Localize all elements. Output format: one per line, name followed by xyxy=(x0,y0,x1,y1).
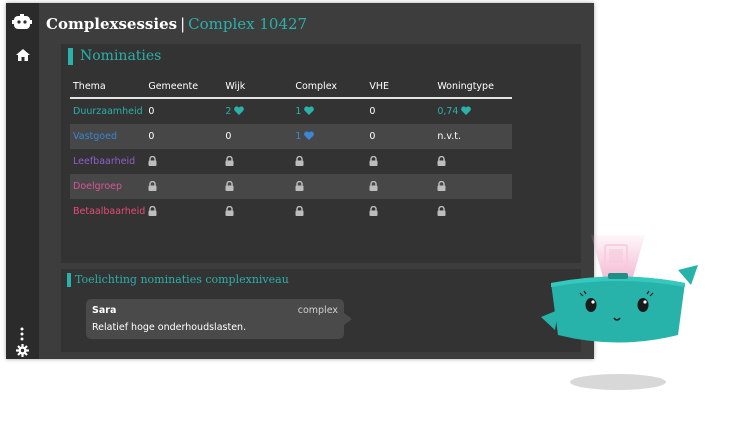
app-window: Complexsessies | Complex 10427 Nominaties … xyxy=(6,3,594,359)
complex-value: 1 xyxy=(295,106,302,117)
thema-cell[interactable]: Leefbaarheid xyxy=(70,149,145,174)
toelichting-card: Toelichting nominaties complexniveau Sar… xyxy=(61,269,581,352)
wijk-value: 0 xyxy=(225,131,232,142)
vhe-cell xyxy=(366,149,434,174)
complex-cell: 1 xyxy=(292,98,366,124)
complex-cell xyxy=(292,174,367,199)
heart-icon xyxy=(304,131,315,140)
robot-mascot-illustration xyxy=(541,235,698,390)
gemeente-cell: 0 xyxy=(145,124,223,149)
thema-cell[interactable]: Duurzaamheid xyxy=(70,98,145,124)
woningtype-cell xyxy=(434,149,512,174)
wijk-cell xyxy=(222,149,292,174)
column-header: Complex xyxy=(295,80,337,92)
complex-cell: 1 xyxy=(292,124,367,149)
lock-icon xyxy=(295,205,304,216)
lock-icon xyxy=(369,180,378,191)
nominaties-title: Nominaties xyxy=(68,48,161,65)
comment-author: Sara xyxy=(92,305,117,316)
title-subtitle: Complex 10427 xyxy=(188,15,308,33)
complex-cell xyxy=(292,149,366,174)
heart-icon xyxy=(234,106,245,115)
complex-value: 1 xyxy=(295,131,302,142)
lock-icon xyxy=(148,155,157,166)
wijk-value: 2 xyxy=(225,106,232,117)
table-row[interactable]: Duurzaamheid 0 2 1 0 0,74 xyxy=(70,98,512,124)
lock-icon xyxy=(148,205,157,216)
lock-icon xyxy=(369,155,378,166)
woningtype-value: n.v.t. xyxy=(437,131,462,142)
nominaties-table: Thema Gemeente Wijk Complex VHE Woningtype Du… xyxy=(70,75,512,224)
gemeente-value: 0 xyxy=(148,106,155,117)
column-header: Gemeente xyxy=(148,80,199,92)
robot-logo-icon[interactable] xyxy=(12,14,32,30)
page-title: Complexsessies | Complex 10427 xyxy=(46,15,307,33)
title-separator: | xyxy=(180,15,186,33)
thema-cell[interactable]: Betaalbaarheid xyxy=(70,199,145,224)
thema-cell[interactable]: Vastgoed xyxy=(70,124,146,149)
table-row[interactable]: Betaalbaarheid xyxy=(70,199,512,224)
sidebar xyxy=(6,3,39,359)
title-main: Complexsessies xyxy=(46,15,178,33)
vhe-value: 0 xyxy=(369,106,376,117)
gemeente-cell xyxy=(145,174,223,199)
lock-icon xyxy=(437,155,446,166)
complex-cell xyxy=(292,199,366,224)
more-vertical-icon[interactable] xyxy=(20,327,24,341)
table-row[interactable]: Doelgroep xyxy=(70,174,512,199)
woningtype-cell: n.v.t. xyxy=(434,124,512,149)
vhe-cell: 0 xyxy=(366,124,435,149)
lock-icon xyxy=(295,155,304,166)
gemeente-cell xyxy=(145,149,222,174)
heart-icon xyxy=(461,106,472,115)
lock-icon xyxy=(225,155,234,166)
vhe-cell xyxy=(366,174,435,199)
column-header: VHE xyxy=(369,80,389,92)
home-icon[interactable] xyxy=(16,49,30,61)
woningtype-cell xyxy=(434,174,512,199)
thema-cell[interactable]: Doelgroep xyxy=(70,174,146,199)
comment-text: Relatief hoge onderhoudslasten. xyxy=(92,322,247,333)
column-header: Thema xyxy=(73,80,106,92)
vhe-value: 0 xyxy=(369,131,376,142)
lock-icon xyxy=(225,205,234,216)
lock-icon xyxy=(369,205,378,216)
comment-level: complex xyxy=(297,305,338,316)
woningtype-cell xyxy=(434,199,512,224)
lock-icon xyxy=(437,180,446,191)
comment-bubble: Sara complex Relatief hoge onderhoudslas… xyxy=(86,299,352,339)
lock-icon xyxy=(437,205,446,216)
woningtype-cell: 0,74 xyxy=(434,98,512,124)
gemeente-cell xyxy=(145,199,222,224)
table-row[interactable]: Leefbaarheid xyxy=(70,149,512,174)
lock-icon xyxy=(295,180,304,191)
table-row[interactable]: Vastgoed 0 0 1 0 n.v.t. xyxy=(70,124,512,149)
vhe-cell xyxy=(366,199,434,224)
gemeente-value: 0 xyxy=(148,131,155,142)
column-header: Woningtype xyxy=(437,80,494,92)
wijk-cell: 2 xyxy=(222,98,292,124)
woningtype-value: 0,74 xyxy=(437,106,459,117)
nominaties-card: Nominaties Thema Gemeente Wijk Complex VHE Wo… xyxy=(61,44,581,263)
wijk-cell xyxy=(222,174,293,199)
heart-icon xyxy=(304,106,315,115)
lock-icon xyxy=(225,180,234,191)
lock-icon xyxy=(148,180,157,191)
gemeente-cell: 0 xyxy=(145,98,222,124)
toelichting-title: Toelichting nominaties complexniveau xyxy=(67,273,289,287)
column-header: Wijk xyxy=(225,80,246,92)
vhe-cell: 0 xyxy=(366,98,434,124)
wijk-cell xyxy=(222,199,292,224)
wijk-cell: 0 xyxy=(222,124,293,149)
gear-icon[interactable] xyxy=(16,344,29,357)
